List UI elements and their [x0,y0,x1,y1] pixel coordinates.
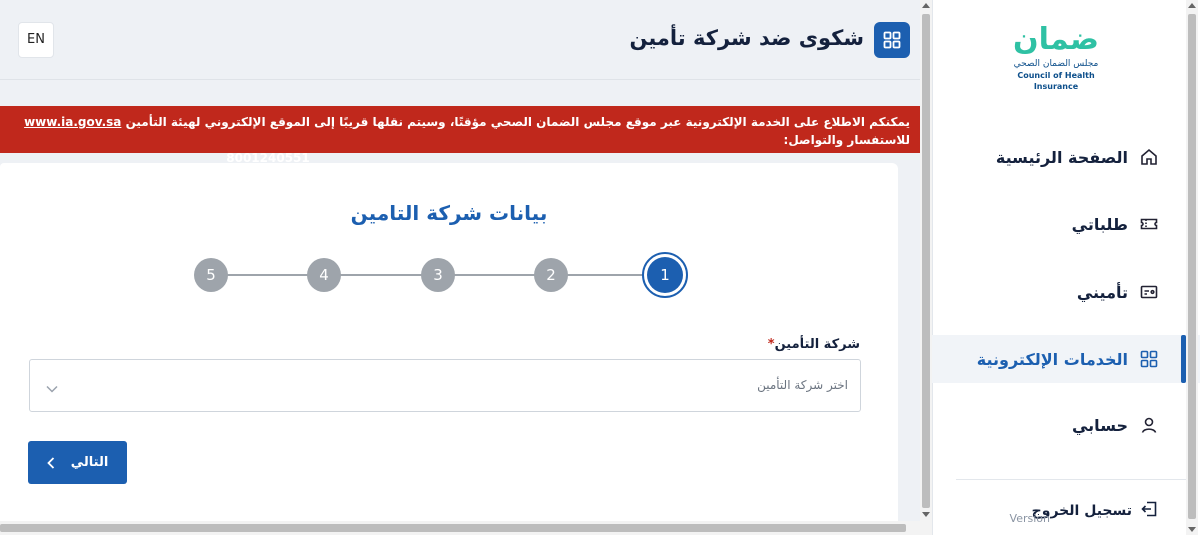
step-2[interactable]: 2 [534,258,568,292]
banner-website-link[interactable]: www.ia.gov.sa [24,115,121,129]
sidebar-scroll-thumb[interactable] [1188,14,1196,519]
sidebar-item-label: طلباتي [1071,214,1128,234]
scroll-down-arrow-icon[interactable] [922,512,930,517]
sidebar-item-my-requests[interactable]: طلباتي [932,200,1200,248]
ticket-icon [1140,215,1158,233]
next-button-label: التالي [70,455,109,470]
top-header: EN شكوى ضد شركة تأمين [0,0,920,80]
id-card-icon [1140,283,1158,301]
notice-banner: يمكنكم الاطلاع على الخدمة الإلكترونية عب… [0,106,920,165]
scroll-down-arrow-icon[interactable] [1188,527,1196,532]
logout-button[interactable]: تسجيل الخروج [1032,500,1158,522]
sidebar: ضمان مجلس الضمان الصحي Council of Health… [932,0,1200,535]
scroll-up-arrow-icon[interactable] [922,3,930,8]
field-label-text: شركة التأمين [774,337,860,352]
form-card: بيانات شركة التامين 5 4 3 2 1 شركة التأم… [0,163,898,521]
step-3[interactable]: 3 [421,258,455,292]
logo-arabic-text: مجلس الضمان الصحي [1013,59,1099,69]
main-vertical-scroll-thumb[interactable] [922,14,930,508]
step-1-number: 1 [647,257,683,293]
banner-text: يمكنكم الاطلاع على الخدمة الإلكترونية عب… [121,115,910,129]
grid-icon [874,22,910,58]
chevron-down-icon [46,378,58,397]
sidebar-item-label: حسابي [1071,415,1128,435]
page-title: شكوى ضد شركة تأمين [629,26,864,50]
select-placeholder: اختر شركة التأمين [757,378,848,392]
sidebar-item-label: الصفحة الرئيسية [995,147,1128,167]
sidebar-item-e-services[interactable]: الخدمات الإلكترونية [932,335,1200,383]
sidebar-item-my-insurance[interactable]: تأميني [932,268,1200,316]
sidebar-item-my-account[interactable]: حسابي [932,401,1200,449]
scroll-up-arrow-icon[interactable] [1188,3,1196,8]
banner-text-contact: للاستفسار والتواصل: [783,133,910,147]
stepper: 5 4 3 2 1 [194,252,694,298]
version-label: Version [1009,512,1050,525]
required-mark: * [767,337,775,352]
sidebar-item-home[interactable]: الصفحة الرئيسية [932,133,1200,181]
user-icon [1140,416,1158,434]
sidebar-item-label: الخدمات الإلكترونية [976,349,1128,369]
step-1-active[interactable]: 1 [642,252,688,298]
logo-english-text: Council of Health Insurance [1017,71,1095,91]
step-5[interactable]: 5 [194,258,228,292]
logo-mark-text: ضمان [1013,22,1099,57]
insurance-company-label: شركة التأمين* [768,337,860,352]
next-button[interactable]: التالي [28,441,127,484]
home-icon [1140,148,1158,166]
language-toggle-button[interactable]: EN [18,22,54,58]
grid-icon [1140,350,1158,368]
insurance-company-select[interactable]: اختر شركة التأمين [29,359,861,412]
logout-icon [1140,500,1158,522]
step-4[interactable]: 4 [307,258,341,292]
sidebar-item-label: تأميني [1076,282,1128,302]
horizontal-scroll-thumb[interactable] [0,524,906,532]
chevron-left-icon [46,456,55,469]
sidebar-divider [956,479,1186,480]
council-logo[interactable]: ضمان مجلس الضمان الصحي Council of Health… [996,22,1116,92]
logo-mark: ضمان [996,22,1116,58]
card-title: بيانات شركة التامين [350,201,548,225]
